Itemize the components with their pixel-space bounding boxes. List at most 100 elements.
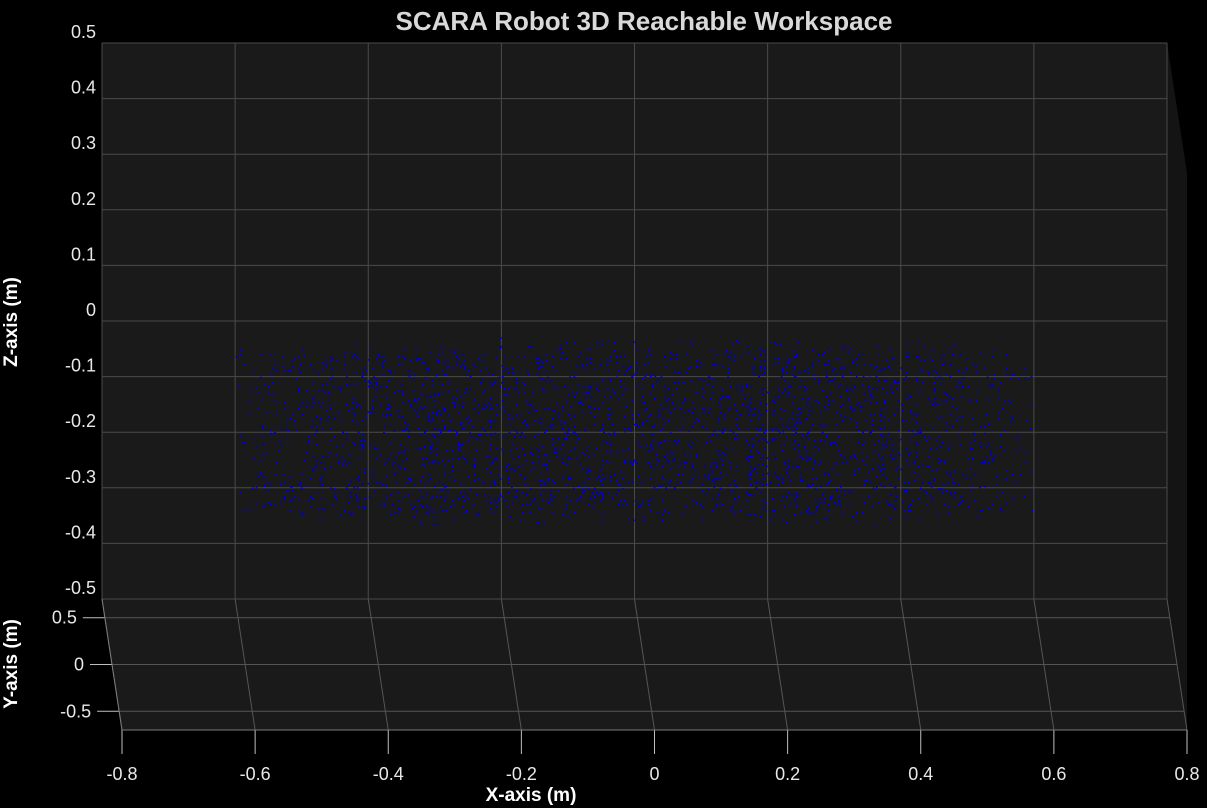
scatter-point	[1018, 377, 1021, 380]
scatter-point	[673, 487, 676, 489]
scatter-point	[530, 470, 533, 473]
scatter-point	[671, 394, 674, 397]
scatter-point	[352, 397, 355, 400]
scatter-point	[656, 416, 659, 419]
scatter-point	[735, 434, 738, 437]
scatter-point	[350, 383, 353, 386]
scatter-point	[848, 388, 851, 391]
scatter-point	[589, 361, 592, 364]
scatter-point	[432, 459, 435, 462]
scatter-point	[318, 517, 321, 520]
scatter-point	[448, 350, 451, 353]
scatter-point	[340, 456, 343, 459]
scatter-point	[470, 434, 473, 437]
scatter-point	[308, 500, 311, 502]
scatter-point	[591, 492, 594, 495]
scatter-point	[771, 497, 774, 500]
scatter-point	[532, 467, 535, 469]
scatter-point	[938, 436, 941, 438]
scatter-point	[566, 430, 569, 433]
scatter-point	[718, 478, 721, 480]
scatter-point	[560, 344, 562, 347]
scatter-point	[709, 397, 712, 400]
scatter-point	[454, 479, 457, 481]
scatter-point	[349, 496, 351, 498]
scatter-point	[547, 460, 550, 463]
scatter-point	[535, 409, 538, 412]
scatter-point	[836, 374, 838, 377]
scatter-point	[633, 459, 636, 462]
scatter-point	[1011, 473, 1014, 476]
scatter-point	[831, 380, 834, 383]
scatter-point	[340, 386, 343, 389]
scatter-point	[741, 403, 744, 406]
scatter-point	[870, 396, 872, 399]
scatter-point	[998, 417, 1000, 420]
scatter-point	[488, 496, 491, 499]
scatter-point	[701, 489, 704, 492]
scatter-point	[707, 474, 710, 477]
scatter-point	[914, 479, 916, 482]
scatter-point	[461, 405, 464, 407]
scatter-point	[407, 374, 410, 377]
scatter-point	[607, 407, 610, 410]
scatter-point	[544, 380, 547, 383]
scatter-point	[633, 423, 636, 426]
scatter-point	[880, 448, 883, 451]
scatter-point	[946, 424, 949, 427]
scatter-point	[825, 395, 828, 398]
scatter-point	[422, 495, 425, 498]
scatter-point	[749, 466, 752, 469]
scatter-point	[836, 488, 838, 490]
scatter-point	[538, 460, 540, 463]
scatter-point	[921, 369, 923, 372]
scatter-point	[407, 399, 410, 402]
scatter-point	[974, 473, 977, 476]
scatter-point	[443, 486, 446, 489]
scatter-point	[503, 387, 506, 390]
scatter-point	[756, 463, 759, 466]
scatter-point	[787, 426, 790, 429]
scatter-point	[880, 419, 882, 422]
scatter-point	[660, 485, 663, 487]
scatter-point	[272, 368, 275, 370]
scatter-point	[903, 378, 906, 381]
scatter-point	[869, 393, 872, 396]
scatter-point	[773, 472, 776, 475]
scatter-point	[909, 395, 912, 398]
scatter-point	[637, 425, 640, 428]
scatter-point	[774, 456, 777, 459]
scatter-point	[788, 476, 791, 478]
scatter-point	[681, 402, 684, 404]
scatter-point	[719, 458, 721, 461]
scatter-point	[798, 386, 801, 388]
scatter-point	[849, 418, 852, 420]
scatter-point	[301, 413, 304, 416]
scatter-point	[940, 356, 943, 359]
scatter-point	[841, 419, 844, 421]
scatter-point	[797, 443, 800, 445]
scatter-point	[808, 414, 811, 417]
scatter-point	[651, 385, 654, 388]
scatter-point	[573, 395, 576, 398]
scatter-point	[505, 466, 508, 468]
scatter-point	[879, 482, 882, 485]
scatter-point	[518, 414, 521, 417]
scatter-point	[608, 462, 611, 465]
scatter-point	[494, 501, 497, 504]
scatter-point	[516, 431, 519, 434]
scatter-point	[657, 459, 660, 462]
scatter-point	[509, 450, 512, 453]
scatter-point	[823, 500, 826, 503]
scatter-point	[840, 485, 842, 488]
scatter-point	[297, 356, 300, 359]
scatter-point	[765, 429, 768, 432]
scatter-point	[297, 407, 300, 410]
scatter-point	[950, 491, 953, 494]
scatter-point	[710, 408, 712, 411]
scatter-point	[820, 425, 823, 428]
scatter-point	[293, 419, 296, 422]
scatter-point	[626, 405, 628, 408]
scatter-point	[898, 451, 900, 454]
scatter-point	[871, 429, 874, 431]
